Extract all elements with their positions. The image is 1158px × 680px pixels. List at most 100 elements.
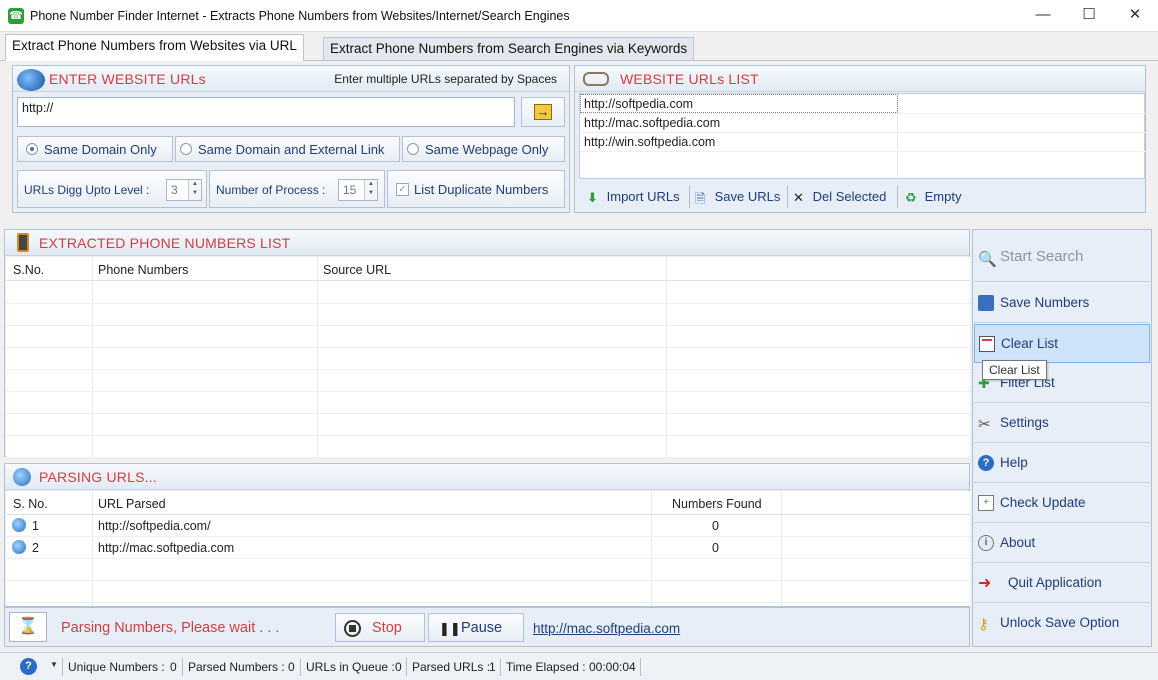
stop-button[interactable]: Stop [335,613,425,642]
save-urls-button[interactable]: 🗎 Save URLs [695,189,780,206]
empty-list-button[interactable]: ♻ Empty [905,189,961,206]
parsing-urls-panel: PARSING URLS... S. No. URL Parsed Number… [4,463,970,607]
extracted-numbers-panel: EXTRACTED PHONE NUMBERS LIST S.No. Phone… [4,229,970,457]
radio-dot [180,143,192,155]
window-title: Phone Number Finder Internet - Extracts … [30,9,570,23]
maximize-button[interactable]: ☐ [1066,0,1112,32]
quit-application-button[interactable]: ➜ Quit Application [974,564,1150,603]
help-button[interactable]: ? Help [974,444,1150,483]
parsed-numbers-label: Parsed Numbers : [188,660,285,674]
spinner-arrows-icon[interactable]: ▲ ▼ [364,180,377,200]
digg-level-group: URLs Digg Upto Level : 3 ▲ ▼ [17,170,207,208]
url-list-item[interactable]: http://win.softpedia.com [584,135,715,149]
enter-urls-title: ENTER WEBSITE URLs [49,71,206,87]
url-list-header: WEBSITE URLs LIST [575,66,1145,92]
extracted-header: EXTRACTED PHONE NUMBERS LIST [5,230,969,256]
unique-numbers-value: 0 [170,660,177,674]
clear-list-button[interactable]: Clear List [974,324,1150,363]
mobile-phone-icon [17,233,29,252]
about-button[interactable]: i About [974,524,1150,563]
column-header-url-parsed[interactable]: URL Parsed [98,497,166,511]
parsed-numbers-value: 0 [288,660,295,674]
url-list-item[interactable]: http://mac.softpedia.com [584,116,720,130]
enter-urls-hint: Enter multiple URLs separated by Spaces [334,72,557,86]
table-row[interactable]: 2 http://mac.softpedia.com 0 [6,537,970,558]
column-header-phone-numbers[interactable]: Phone Numbers [98,263,188,277]
dropdown-arrow-icon[interactable]: ▼ [50,660,58,669]
radio-same-domain[interactable]: Same Domain Only [17,136,173,162]
parsing-urls-grid[interactable]: S. No. URL Parsed Numbers Found 1 http:/… [6,491,970,606]
current-url-link[interactable]: http://mac.softpedia.com [533,621,680,636]
update-page-icon: + [978,495,994,511]
check-update-button[interactable]: + Check Update [974,484,1150,523]
exit-door-icon: ➜ [978,575,992,592]
status-bar: ? ▼ Unique Numbers : 0 Parsed Numbers : … [0,652,1158,680]
list-duplicates-checkbox[interactable]: ✓ List Duplicate Numbers [387,170,565,208]
urls-in-queue-label: URLs in Queue : [306,660,395,674]
settings-button[interactable]: ✂ Settings [974,404,1150,443]
del-selected-button[interactable]: ✕ Del Selected [793,189,886,206]
parsing-title: PARSING URLS... [39,469,157,485]
help-question-icon[interactable]: ? [20,658,37,675]
enter-urls-panel: ENTER WEBSITE URLs Enter multiple URLs s… [12,65,570,213]
progress-message: Parsing Numbers, Please wait . . . [61,620,280,636]
tab-search-engines-via-keywords[interactable]: Extract Phone Numbers from Search Engine… [323,37,695,61]
arrow-right-icon: → [534,104,552,120]
close-button[interactable]: ✕ [1112,0,1158,32]
hourglass-icon: ⌛ [9,612,47,642]
globe-search-icon [12,518,26,532]
url-list-item[interactable]: http://softpedia.com [584,97,693,111]
minimize-button[interactable]: — [1020,0,1066,32]
globe-search-icon [12,540,26,554]
download-arrow-icon: ⬇ [587,189,598,205]
help-question-icon: ? [978,455,994,471]
url-input[interactable]: http:// [17,97,515,127]
digg-level-spinner[interactable]: 3 ▲ ▼ [166,179,202,201]
process-count-group: Number of Process : 15 ▲ ▼ [209,170,385,208]
delete-x-icon: ✕ [793,189,804,205]
save-document-icon: 🗎 [695,190,706,206]
extracted-numbers-grid[interactable]: S.No. Phone Numbers Source URL [6,257,970,457]
www-globe-icon [17,69,45,91]
radio-same-domain-external[interactable]: Same Domain and External Link [175,136,400,162]
clear-list-icon [979,336,995,352]
progress-area: ⌛ Parsing Numbers, Please wait . . . Sto… [4,607,970,647]
tab-websites-via-url[interactable]: Extract Phone Numbers from Websites via … [5,34,304,61]
tools-wrench-icon: ✂ [978,416,991,433]
recycle-icon: ♻ [905,189,917,205]
globe-search-icon [13,468,31,486]
floppy-disk-icon [978,295,994,311]
save-numbers-button[interactable]: Save Numbers [974,284,1150,323]
url-list-toolbar: ⬇ Import URLs 🗎 Save URLs ✕ Del Selected… [579,182,1145,212]
stop-circle-icon [344,620,361,637]
column-header-sno[interactable]: S.No. [13,263,44,277]
url-listbox[interactable]: http://softpedia.com http://mac.softpedi… [579,93,1146,180]
radio-same-webpage[interactable]: Same Webpage Only [402,136,565,162]
checkbox-check-icon: ✓ [396,183,409,196]
website-urls-list-panel: WEBSITE URLs LIST http://softpedia.com h… [574,65,1146,213]
unlock-save-option-button[interactable]: ⚷ Unlock Save Option [974,604,1150,643]
table-row[interactable]: 1 http://softpedia.com/ 0 [6,515,970,536]
enter-urls-header: ENTER WEBSITE URLs Enter multiple URLs s… [13,66,569,92]
time-elapsed-value: 00:00:04 [589,660,636,674]
pause-button[interactable]: ❚❚ Pause [428,613,524,642]
import-urls-button[interactable]: ⬇ Import URLs [587,189,680,206]
title-bar: ☎ Phone Number Finder Internet - Extract… [0,0,1158,32]
column-header-sno[interactable]: S. No. [13,497,48,511]
column-header-numbers-found[interactable]: Numbers Found [672,497,762,511]
chain-link-icon [583,72,609,86]
key-icon: ⚷ [978,616,989,633]
info-icon: i [978,535,994,551]
start-search-button[interactable]: 🔍 Start Search [974,236,1150,282]
radio-dot [407,143,419,155]
add-url-button[interactable]: → [521,97,565,127]
pause-icon: ❚❚ [439,621,461,636]
spinner-arrows-icon[interactable]: ▲ ▼ [188,180,201,200]
magnifier-icon: 🔍 [978,251,997,268]
parsed-urls-label: Parsed URLs : [412,660,491,674]
extracted-title: EXTRACTED PHONE NUMBERS LIST [39,235,291,251]
unique-numbers-label: Unique Numbers : [68,660,165,674]
process-count-spinner[interactable]: 15 ▲ ▼ [338,179,378,201]
column-header-source-url[interactable]: Source URL [323,263,391,277]
url-list-title: WEBSITE URLs LIST [620,71,759,87]
